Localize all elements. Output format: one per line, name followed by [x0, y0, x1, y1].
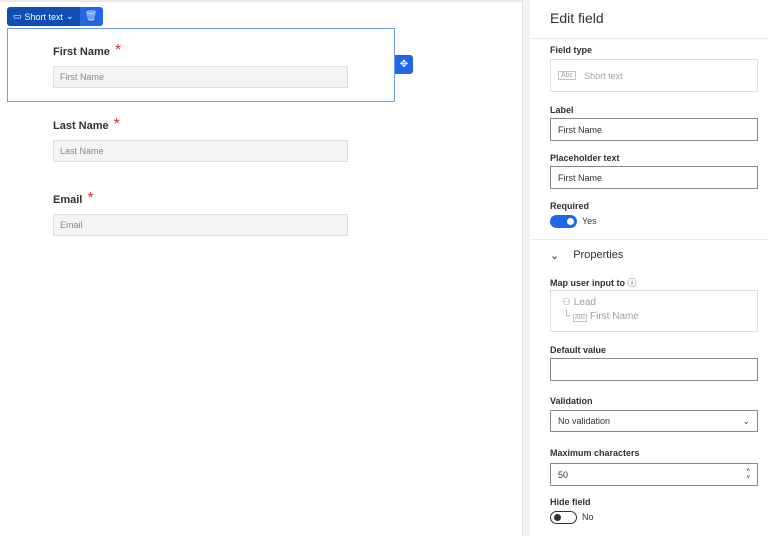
panel-title: Edit field [550, 10, 604, 26]
label-input[interactable]: First Name [550, 118, 758, 141]
short-text-icon: ▭ [13, 11, 22, 21]
info-icon: ⓘ [627, 278, 637, 288]
hide-field-toggle[interactable] [550, 511, 577, 524]
email-input[interactable]: Email [53, 214, 348, 236]
field-type-label: Field type [550, 45, 593, 55]
chevron-down-icon: ⌄ [66, 11, 74, 21]
label-label: Label [550, 105, 574, 115]
field-first-name[interactable]: First Name * First Name [53, 42, 348, 88]
placeholder-input[interactable]: First Name [550, 166, 758, 189]
field-last-name[interactable]: Last Name * Last Name [53, 116, 348, 162]
form-canvas: ▭ Short text ⌄ 🗑 ✥ First Name * First Name … [0, 0, 522, 536]
edit-field-panel: Edit field Field type Abc Short text Labe… [530, 0, 768, 536]
max-characters-label: Maximum characters [550, 448, 640, 458]
person-icon: ⚇ [562, 297, 571, 308]
required-state: Yes [582, 216, 597, 226]
map-display: ⚇ Lead └ Abc First Name [550, 290, 758, 332]
scrollbar[interactable] [522, 0, 530, 536]
map-label: Map user input to ⓘ [550, 278, 637, 288]
hide-field-state: No [582, 512, 594, 522]
trash-icon: 🗑 [84, 11, 98, 22]
abc-icon: Abc [572, 314, 588, 322]
properties-header[interactable]: ⌄ Properties [550, 249, 623, 262]
move-icon: ✥ [399, 59, 409, 70]
chevron-down-icon: ⌄ [742, 415, 750, 426]
spinner-arrows-icon[interactable]: ˄ ˅ [746, 468, 750, 482]
first-name-input[interactable]: First Name [53, 66, 348, 88]
last-name-input[interactable]: Last Name [53, 140, 348, 162]
field-type-display: Abc Short text [550, 59, 758, 92]
validation-label: Validation [550, 396, 593, 406]
abc-icon: Abc [558, 71, 577, 80]
field-toolbar: ▭ Short text ⌄ 🗑 [7, 7, 103, 26]
required-toggle[interactable] [550, 215, 577, 228]
validation-select[interactable]: No validation ⌄ [550, 410, 758, 432]
placeholder-label: Placeholder text [550, 153, 620, 163]
field-type-dropdown[interactable]: ▭ Short text ⌄ [7, 7, 80, 26]
tree-branch-icon: └ [563, 311, 571, 322]
chevron-down-icon: ⌄ [550, 250, 560, 262]
default-value-input[interactable] [550, 358, 758, 381]
divider [530, 239, 768, 240]
delete-button[interactable]: 🗑 [79, 7, 103, 26]
hide-field-label: Hide field [550, 497, 591, 507]
default-value-label: Default value [550, 345, 607, 355]
divider [530, 38, 768, 39]
move-handle[interactable]: ✥ [395, 55, 413, 74]
selected-field-outline[interactable] [7, 28, 395, 102]
max-characters-stepper[interactable]: 50 ˄ ˅ [550, 463, 758, 486]
field-email[interactable]: Email * Email [53, 190, 348, 236]
required-label: Required [550, 201, 590, 211]
